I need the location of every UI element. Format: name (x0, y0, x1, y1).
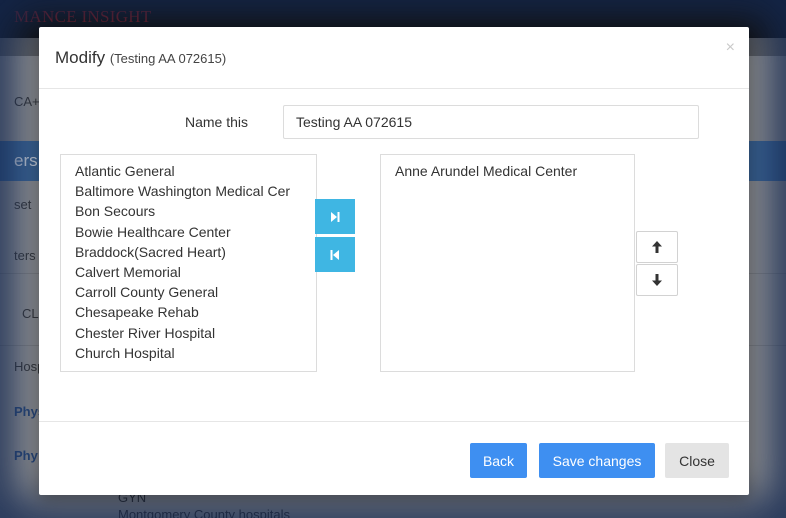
bg-label: set (14, 197, 32, 212)
list-item[interactable]: Chesapeake Rehab (61, 302, 316, 322)
modal-title-text: Modify (55, 48, 106, 67)
list-item[interactable]: Chester River Hospital (61, 323, 316, 343)
bg-label: CA+ (14, 94, 40, 109)
list-item[interactable]: Atlantic General (61, 161, 316, 181)
save-changes-button[interactable]: Save changes (539, 443, 655, 478)
selected-list[interactable]: Anne Arundel Medical Center (380, 154, 635, 372)
move-down-button[interactable] (636, 264, 678, 296)
list-item[interactable]: Baltimore Washington Medical Cer (61, 181, 316, 201)
bg-label: ters (14, 248, 36, 263)
list-item[interactable]: Bon Secours (61, 201, 316, 221)
name-input[interactable] (283, 105, 699, 139)
name-label: Name this (185, 114, 249, 130)
list-item[interactable]: Bowie Healthcare Center (61, 222, 316, 242)
modal-subtitle: (Testing AA 072615) (109, 51, 227, 66)
modify-dialog: Modify (Testing AA 072615) × Name this A… (39, 27, 749, 495)
back-button[interactable]: Back (470, 443, 527, 478)
bg-link: Phy (14, 448, 38, 463)
list-item[interactable]: Braddock(Sacred Heart) (61, 242, 316, 262)
modal-footer: Back Save changes Close (39, 421, 749, 495)
app-brand: MANCE INSIGHT (14, 7, 152, 26)
arrow-up-icon (652, 241, 662, 253)
list-item[interactable]: Carroll County General (61, 282, 316, 302)
modal-header: Modify (Testing AA 072615) × (39, 27, 749, 89)
list-item[interactable]: Calvert Memorial (61, 262, 316, 282)
list-item[interactable]: Church Hospital (61, 343, 316, 363)
arrow-down-icon (652, 274, 662, 286)
move-left-button[interactable] (315, 237, 355, 272)
move-right-icon (331, 211, 340, 222)
close-button[interactable]: Close (665, 443, 729, 478)
move-right-button[interactable] (315, 199, 355, 234)
available-list[interactable]: Atlantic General Baltimore Washington Me… (60, 154, 317, 372)
modal-title: Modify (Testing AA 072615) (55, 48, 226, 68)
bg-label: ers (14, 151, 38, 170)
move-left-icon (330, 249, 339, 260)
move-up-button[interactable] (636, 231, 678, 263)
list-item[interactable]: Anne Arundel Medical Center (381, 161, 634, 181)
close-icon[interactable]: × (726, 39, 735, 57)
bg-list-text: Montgomery County hospitals (118, 507, 290, 518)
